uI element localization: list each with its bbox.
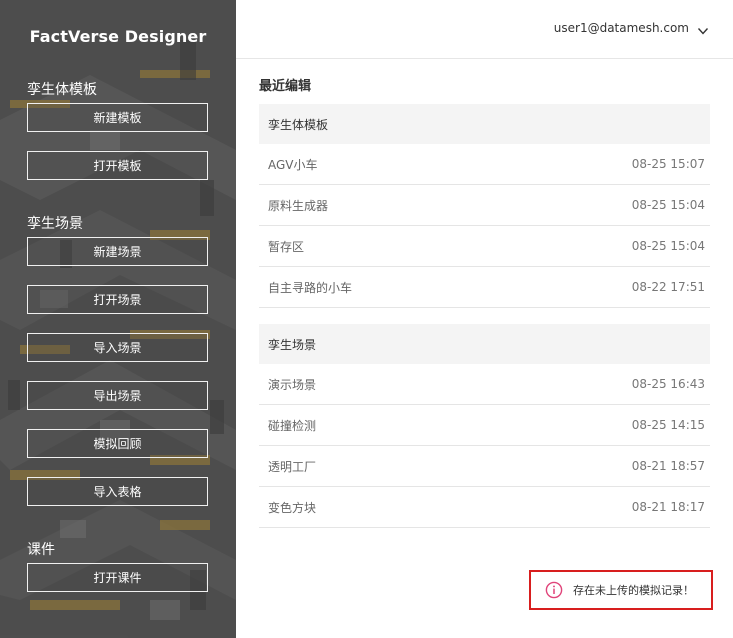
item-time: 08-22 17:51 <box>631 280 705 294</box>
item-name: 碰撞检测 <box>268 418 317 433</box>
section-title-twin-scene: 孪生场景 <box>27 216 83 232</box>
list-item[interactable]: 演示场景 08-25 16:43 <box>259 364 710 405</box>
list-item[interactable]: AGV小车 08-25 15:07 <box>259 144 710 185</box>
import-table-button[interactable]: 导入表格 <box>27 477 208 506</box>
item-time: 08-21 18:57 <box>631 459 705 473</box>
recent-edits-title: 最近编辑 <box>259 79 312 94</box>
list-item[interactable]: 原料生成器 08-25 15:04 <box>259 185 710 226</box>
new-template-button[interactable]: 新建模板 <box>27 103 208 132</box>
item-name: 自主寻路的小车 <box>268 280 353 295</box>
item-name: 暂存区 <box>268 239 305 254</box>
open-template-button[interactable]: 打开模板 <box>27 151 208 180</box>
warning-text: 存在未上传的模拟记录！ <box>573 584 694 597</box>
item-name: AGV小车 <box>268 157 318 172</box>
app-window: FactVerse Designer 孪生体模板 新建模板 打开模板 孪生场景 … <box>0 0 733 638</box>
item-time: 08-25 15:04 <box>631 239 705 253</box>
open-scene-button[interactable]: 打开场景 <box>27 285 208 314</box>
user-email: user1@datamesh.com <box>553 21 689 35</box>
sidebar: FactVerse Designer 孪生体模板 新建模板 打开模板 孪生场景 … <box>0 0 236 638</box>
main-content: 最近编辑 孪生体模板 AGV小车 08-25 15:07 原料生成器 08-25… <box>236 59 733 638</box>
group-header-twin-template: 孪生体模板 <box>259 104 710 144</box>
item-time: 08-25 15:07 <box>631 157 705 171</box>
item-time: 08-25 14:15 <box>631 418 705 432</box>
import-scene-button[interactable]: 导入场景 <box>27 333 208 362</box>
export-scene-button[interactable]: 导出场景 <box>27 381 208 410</box>
item-name: 变色方块 <box>268 500 317 515</box>
item-time: 08-25 15:04 <box>631 198 705 212</box>
list-item[interactable]: 碰撞检测 08-25 14:15 <box>259 405 710 446</box>
group-header-twin-scene: 孪生场景 <box>259 324 710 364</box>
chevron-down-icon[interactable] <box>697 22 709 35</box>
section-title-courseware: 课件 <box>27 542 55 558</box>
list-item[interactable]: 自主寻路的小车 08-22 17:51 <box>259 267 710 308</box>
top-header: user1@datamesh.com <box>236 0 733 59</box>
info-circle-icon <box>545 581 563 599</box>
item-time: 08-25 16:43 <box>631 377 705 391</box>
list-item[interactable]: 暂存区 08-25 15:04 <box>259 226 710 267</box>
item-time: 08-21 18:17 <box>631 500 705 514</box>
open-courseware-button[interactable]: 打开课件 <box>27 563 208 592</box>
simulation-review-button[interactable]: 模拟回顾 <box>27 429 208 458</box>
section-title-twin-template: 孪生体模板 <box>27 82 97 98</box>
new-scene-button[interactable]: 新建场景 <box>27 237 208 266</box>
item-name: 演示场景 <box>268 377 317 392</box>
user-menu[interactable]: user1@datamesh.com <box>554 21 709 35</box>
list-item[interactable]: 变色方块 08-21 18:17 <box>259 487 710 528</box>
item-name: 透明工厂 <box>268 459 317 474</box>
unuploaded-records-warning[interactable]: 存在未上传的模拟记录！ <box>529 570 713 610</box>
list-item[interactable]: 透明工厂 08-21 18:57 <box>259 446 710 487</box>
app-title: FactVerse Designer <box>29 27 207 46</box>
item-name: 原料生成器 <box>268 198 329 213</box>
